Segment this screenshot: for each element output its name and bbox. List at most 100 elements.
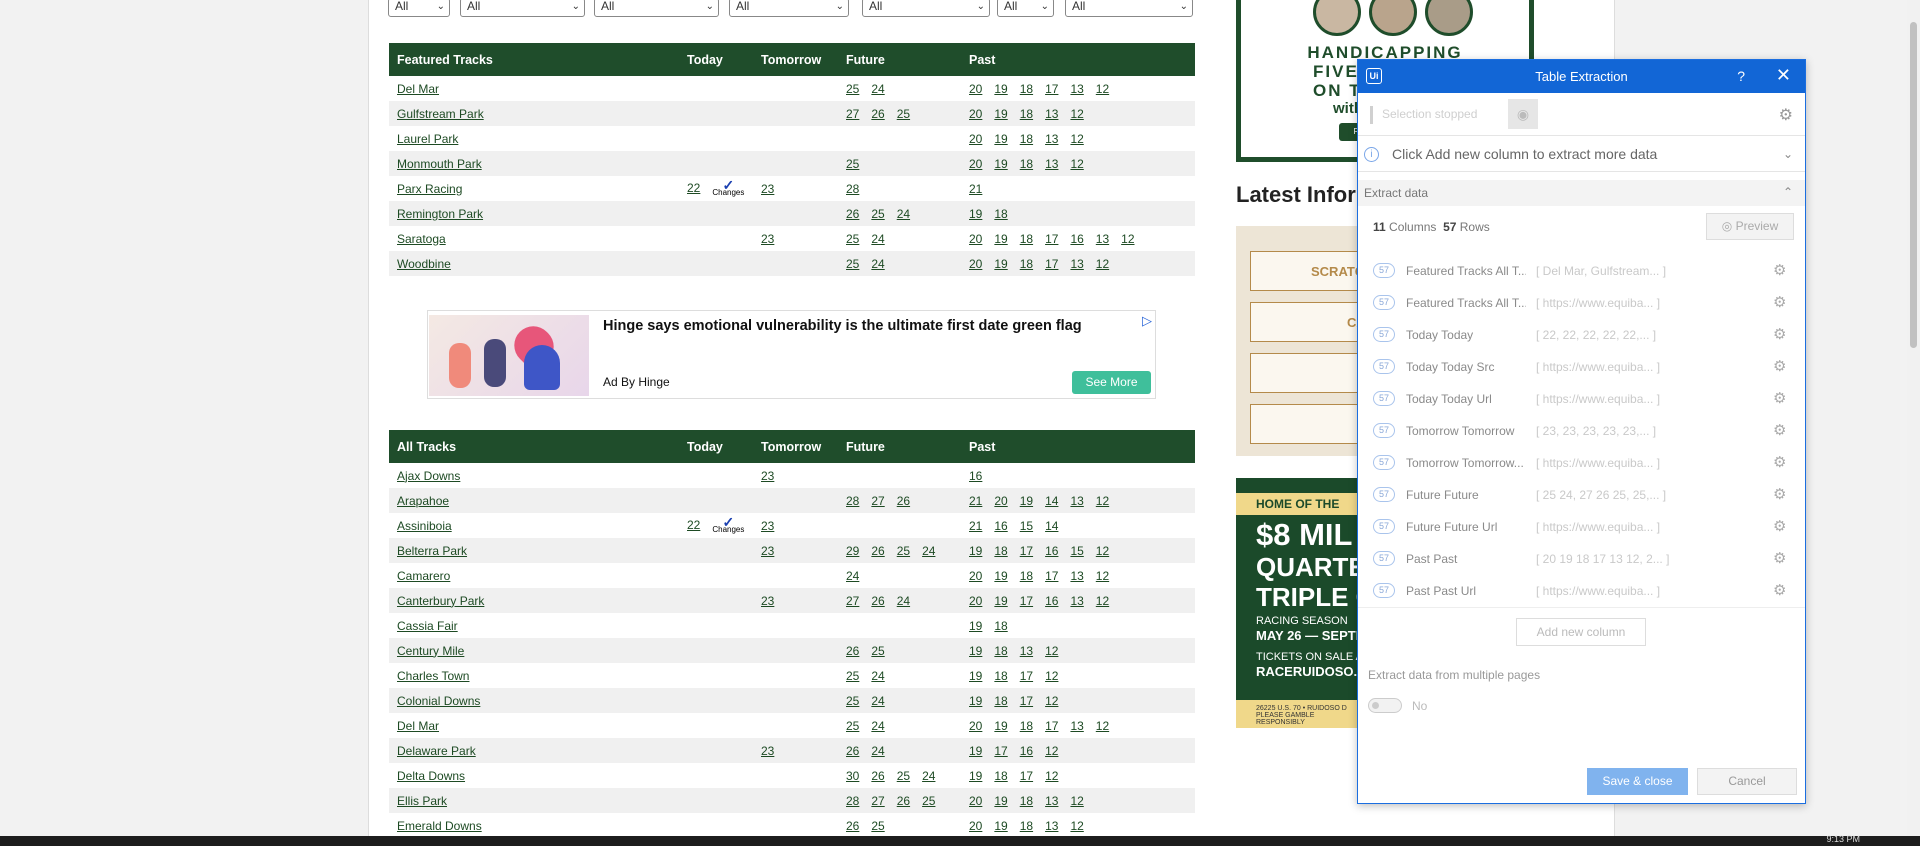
past-date-link[interactable]: 19 bbox=[994, 257, 1007, 271]
extract-column-item[interactable]: 57 Today Today [ 22, 22, 22, 22, 22,... ] ⚙ bbox=[1373, 323, 1793, 349]
past-date-link[interactable]: 21 bbox=[969, 519, 982, 533]
cancel-button[interactable]: Cancel bbox=[1697, 768, 1797, 795]
past-date-link[interactable]: 18 bbox=[1020, 107, 1033, 121]
past-date-link[interactable]: 20 bbox=[969, 794, 982, 808]
extract-column-item[interactable]: 57 Tomorrow Tomorrow [ 23, 23, 23, 23, 23,… bbox=[1373, 419, 1793, 445]
future-date-link[interactable]: 27 bbox=[871, 794, 884, 808]
past-date-link[interactable]: 21 bbox=[969, 494, 982, 508]
future-date-link[interactable]: 26 bbox=[871, 769, 884, 783]
extract-column-item[interactable]: 57 Featured Tracks All T... [ https://www.… bbox=[1373, 291, 1793, 317]
future-date-link[interactable]: 24 bbox=[846, 569, 859, 583]
past-date-link[interactable]: 17 bbox=[1020, 694, 1033, 708]
tomorrow-link[interactable]: 23 bbox=[761, 519, 774, 533]
past-date-link[interactable]: 12 bbox=[1070, 819, 1083, 833]
past-date-link[interactable]: 12 bbox=[1070, 107, 1083, 121]
future-date-link[interactable]: 24 bbox=[871, 719, 884, 733]
future-date-link[interactable]: 24 bbox=[922, 769, 935, 783]
tomorrow-link[interactable]: 23 bbox=[761, 232, 774, 246]
past-date-link[interactable]: 19 bbox=[969, 694, 982, 708]
past-date-link[interactable]: 13 bbox=[1070, 569, 1083, 583]
track-link[interactable]: Woodbine bbox=[397, 257, 451, 271]
changes-icon[interactable]: ✓ Changes bbox=[712, 178, 744, 197]
past-date-link[interactable]: 13 bbox=[1070, 494, 1083, 508]
future-date-link[interactable]: 26 bbox=[871, 594, 884, 608]
past-date-link[interactable]: 13 bbox=[1045, 132, 1058, 146]
past-date-link[interactable]: 18 bbox=[994, 769, 1007, 783]
gear-icon[interactable]: ⚙ bbox=[1773, 261, 1786, 279]
past-date-link[interactable]: 21 bbox=[969, 182, 982, 196]
extract-column-item[interactable]: 57 Today Today Src [ https://www.equiba...… bbox=[1373, 355, 1793, 381]
past-date-link[interactable]: 19 bbox=[994, 594, 1007, 608]
future-date-link[interactable]: 30 bbox=[846, 769, 859, 783]
future-date-link[interactable]: 26 bbox=[871, 107, 884, 121]
past-date-link[interactable]: 20 bbox=[969, 594, 982, 608]
today-link[interactable]: 22 bbox=[687, 518, 700, 532]
ad-banner[interactable]: Hinge says emotional vulnerability is th… bbox=[427, 310, 1156, 399]
past-date-link[interactable]: 13 bbox=[1020, 644, 1033, 658]
past-date-link[interactable]: 19 bbox=[994, 232, 1007, 246]
gear-icon[interactable]: ⚙ bbox=[1773, 389, 1786, 407]
past-date-link[interactable]: 19 bbox=[994, 157, 1007, 171]
future-date-link[interactable]: 24 bbox=[922, 544, 935, 558]
ruidoso-promo[interactable]: HOME OF THE $8 MIL QUARTER TRIPLE CR RAC… bbox=[1236, 478, 1359, 728]
past-date-link[interactable]: 19 bbox=[1020, 494, 1033, 508]
past-date-link[interactable]: 12 bbox=[1096, 257, 1109, 271]
track-link[interactable]: Remington Park bbox=[397, 207, 483, 221]
past-date-link[interactable]: 19 bbox=[994, 107, 1007, 121]
past-date-link[interactable]: 20 bbox=[969, 257, 982, 271]
past-date-link[interactable]: 15 bbox=[1070, 544, 1083, 558]
past-date-link[interactable]: 13 bbox=[1096, 232, 1109, 246]
track-link[interactable]: Delaware Park bbox=[397, 744, 476, 758]
past-date-link[interactable]: 17 bbox=[1045, 232, 1058, 246]
track-link[interactable]: Colonial Downs bbox=[397, 694, 480, 708]
past-date-link[interactable]: 18 bbox=[1020, 819, 1033, 833]
past-date-link[interactable]: 19 bbox=[994, 819, 1007, 833]
future-date-link[interactable]: 25 bbox=[846, 719, 859, 733]
ad-title[interactable]: Hinge says emotional vulnerability is th… bbox=[603, 318, 1082, 334]
future-date-link[interactable]: 25 bbox=[846, 694, 859, 708]
past-date-link[interactable]: 12 bbox=[1096, 719, 1109, 733]
gear-icon[interactable]: ⚙ bbox=[1773, 325, 1786, 343]
past-date-link[interactable]: 19 bbox=[969, 207, 982, 221]
past-date-link[interactable]: 18 bbox=[994, 544, 1007, 558]
past-date-link[interactable]: 13 bbox=[1045, 819, 1058, 833]
tomorrow-link[interactable]: 23 bbox=[761, 182, 774, 196]
past-date-link[interactable]: 17 bbox=[1045, 257, 1058, 271]
past-date-link[interactable]: 18 bbox=[994, 694, 1007, 708]
preview-button[interactable]: ◎ Preview bbox=[1706, 213, 1794, 240]
track-link[interactable]: Canterbury Park bbox=[397, 594, 484, 608]
track-link[interactable]: Arapahoe bbox=[397, 494, 449, 508]
extract-column-item[interactable]: 57 Today Today Url [ https://www.equiba...… bbox=[1373, 387, 1793, 413]
gear-icon[interactable]: ⚙ bbox=[1773, 517, 1786, 535]
past-date-link[interactable]: 18 bbox=[1020, 569, 1033, 583]
see-more-button[interactable]: See More bbox=[1072, 371, 1151, 394]
gear-icon[interactable]: ⚙ bbox=[1773, 485, 1786, 503]
past-date-link[interactable]: 20 bbox=[969, 232, 982, 246]
help-icon[interactable]: ? bbox=[1737, 68, 1745, 84]
past-date-link[interactable]: 17 bbox=[1020, 544, 1033, 558]
past-date-link[interactable]: 20 bbox=[969, 82, 982, 96]
past-date-link[interactable]: 16 bbox=[1045, 544, 1058, 558]
past-date-link[interactable]: 12 bbox=[1070, 132, 1083, 146]
past-date-link[interactable]: 19 bbox=[969, 619, 982, 633]
track-link[interactable]: Monmouth Park bbox=[397, 157, 482, 171]
future-date-link[interactable]: 25 bbox=[846, 157, 859, 171]
future-date-link[interactable]: 27 bbox=[846, 107, 859, 121]
past-date-link[interactable]: 19 bbox=[969, 744, 982, 758]
future-date-link[interactable]: 26 bbox=[871, 544, 884, 558]
past-date-link[interactable]: 18 bbox=[994, 619, 1007, 633]
future-date-link[interactable]: 27 bbox=[846, 594, 859, 608]
changes-icon[interactable]: ✓ Changes bbox=[712, 515, 744, 534]
future-date-link[interactable]: 25 bbox=[846, 257, 859, 271]
future-date-link[interactable]: 25 bbox=[871, 819, 884, 833]
track-link[interactable]: Cassia Fair bbox=[397, 619, 458, 633]
past-date-link[interactable]: 19 bbox=[994, 719, 1007, 733]
future-date-link[interactable]: 26 bbox=[846, 207, 859, 221]
vertical-scrollbar[interactable] bbox=[1907, 0, 1920, 836]
future-date-link[interactable]: 25 bbox=[897, 544, 910, 558]
past-date-link[interactable]: 18 bbox=[1020, 232, 1033, 246]
track-link[interactable]: Century Mile bbox=[397, 644, 464, 658]
track-link[interactable]: Delta Downs bbox=[397, 769, 465, 783]
past-date-link[interactable]: 20 bbox=[969, 132, 982, 146]
past-date-link[interactable]: 13 bbox=[1070, 594, 1083, 608]
